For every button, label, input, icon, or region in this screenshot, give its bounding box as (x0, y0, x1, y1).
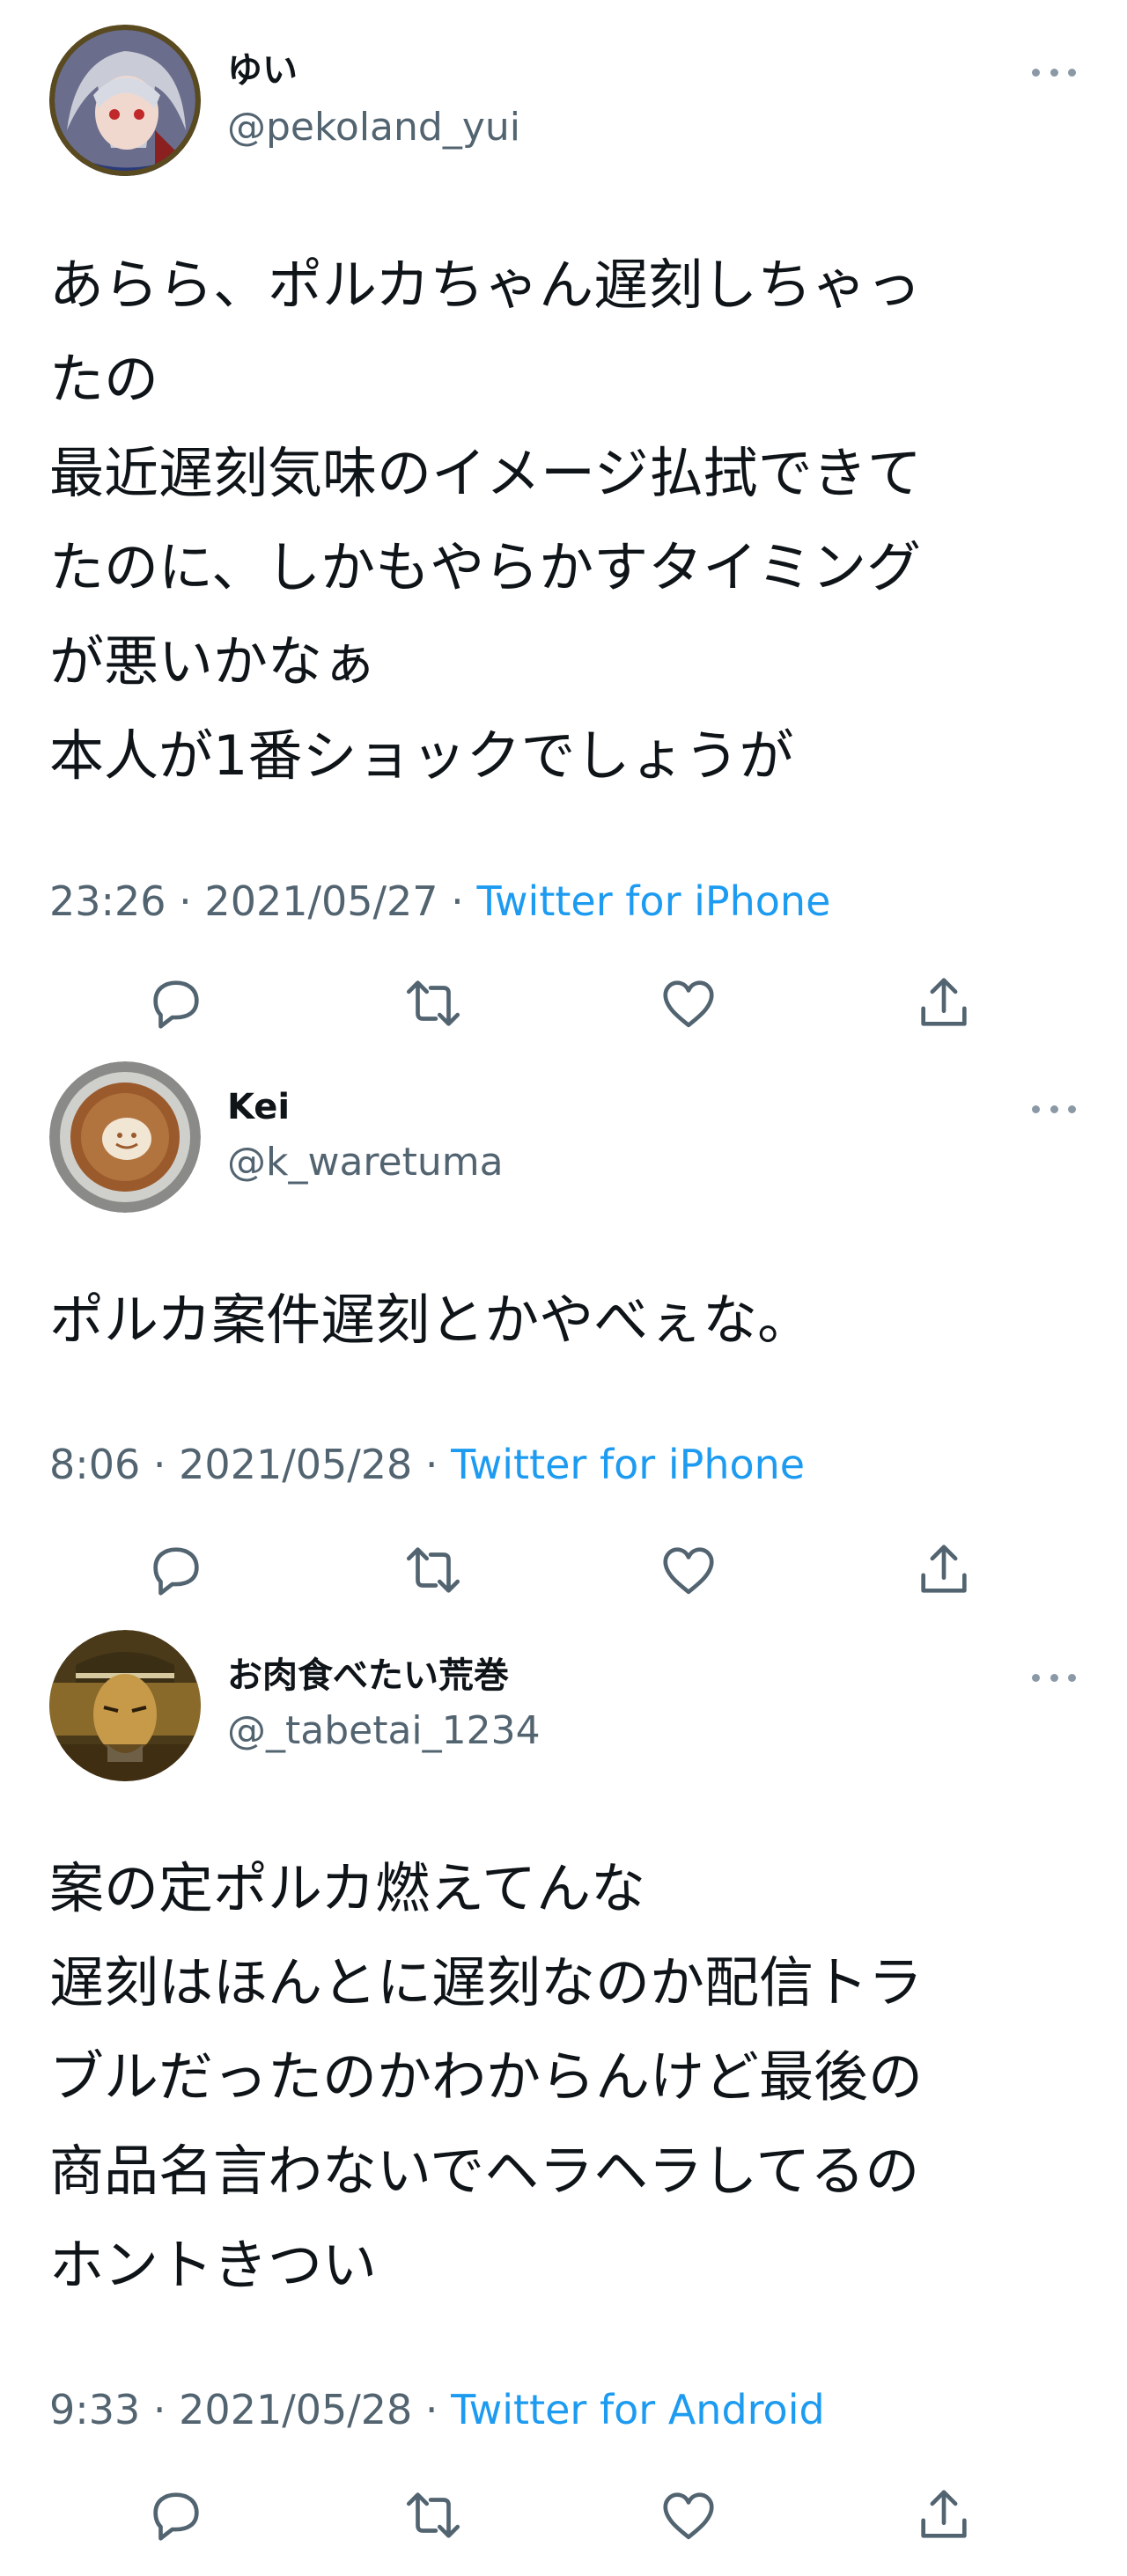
action-bar (0, 968, 1127, 1038)
tweet-text-line: 最近遅刻気味のイメージ払拭できて (49, 441, 922, 505)
retweet-button[interactable] (398, 2480, 468, 2550)
tweet-2[interactable]: Kei @k_waretuma ポルカ案件遅刻とかやべぇな。 8:06 · 20… (0, 1056, 1127, 1625)
tweet-meta: 9:33 · 2021/05/28 · Twitter for Android (49, 2385, 825, 2434)
source-link[interactable]: Twitter for Android (451, 2386, 825, 2433)
tweet-text-line: たのに、しかもやらかすタイミング (49, 535, 922, 599)
retweet-icon (406, 1547, 460, 1593)
reply-icon (153, 980, 199, 1029)
avatar[interactable] (49, 1061, 201, 1213)
action-bar (0, 2480, 1127, 2550)
timestamp: 9:33 · 2021/05/28 · (49, 2386, 452, 2433)
tweet-text: 案の定ポルカ燃えてんな 遅刻はほんとに遅刻なのか配信トラ ブルだったのかわからん… (49, 1841, 1088, 2312)
share-icon (921, 978, 967, 1026)
reply-button[interactable] (141, 968, 211, 1038)
source-link[interactable]: Twitter for iPhone (476, 877, 830, 925)
like-icon (663, 980, 714, 1028)
user-handle[interactable]: @_tabetai_1234 (227, 1707, 541, 1755)
tweet-text: ポルカ案件遅刻とかやべぇな。 (49, 1273, 1088, 1367)
tweet-text-line: たの (49, 347, 159, 411)
tweet-text-line: ホントきつい (49, 2233, 378, 2297)
tweet-3[interactable]: お肉食べたい荒巻 @_tabetai_1234 案の定ポルカ燃えてんな 遅刻はほ… (0, 1625, 1127, 2576)
display-name[interactable]: ゆい (227, 49, 298, 92)
more-icon[interactable] (1032, 1100, 1076, 1118)
display-name[interactable]: Kei (227, 1086, 290, 1128)
timestamp: 8:06 · 2021/05/28 · (49, 1441, 452, 1488)
share-icon (921, 2490, 967, 2538)
more-icon[interactable] (1032, 63, 1076, 81)
action-bar (0, 1535, 1127, 1605)
tweet-meta: 8:06 · 2021/05/28 · Twitter for iPhone (49, 1440, 805, 1489)
timestamp: 23:26 · 2021/05/27 · (49, 877, 477, 925)
user-handle[interactable]: @k_waretuma (227, 1139, 504, 1186)
retweet-button[interactable] (398, 968, 468, 1038)
reply-icon (153, 1547, 199, 1596)
like-button[interactable] (653, 968, 724, 1038)
display-name[interactable]: お肉食べたい荒巻 (227, 1655, 509, 1697)
avatar[interactable] (49, 25, 201, 176)
tweet-text-line: 遅刻はほんとに遅刻なのか配信トラ (49, 1950, 924, 2015)
source-link[interactable]: Twitter for iPhone (451, 1441, 805, 1488)
retweet-button[interactable] (398, 1535, 468, 1605)
tweet-text-line: が悪いかなぁ (49, 629, 378, 694)
share-button[interactable] (909, 968, 979, 1038)
share-button[interactable] (909, 1535, 979, 1605)
more-icon[interactable] (1032, 1669, 1076, 1686)
like-icon (663, 1547, 714, 1595)
reply-button[interactable] (141, 2480, 211, 2550)
like-button[interactable] (653, 1535, 724, 1605)
share-button[interactable] (909, 2480, 979, 2550)
tweet-text-line: あらら、ポルカちゃん遅刻しちゃっ (49, 253, 922, 317)
like-icon (663, 2492, 714, 2540)
reply-icon (153, 2492, 199, 2541)
retweet-icon (406, 980, 460, 1026)
retweet-icon (406, 2492, 460, 2538)
tweet-text-line: 案の定ポルカ燃えてんな (49, 1856, 646, 1920)
tweet-text: あらら、ポルカちゃん遅刻しちゃっ たの 最近遅刻気味のイメージ払拭できて たのに… (49, 238, 1088, 803)
tweet-meta: 23:26 · 2021/05/27 · Twitter for iPhone (49, 877, 830, 926)
user-handle[interactable]: @pekoland_yui (227, 104, 520, 151)
like-button[interactable] (653, 2480, 724, 2550)
tweet-1[interactable]: ゆい @pekoland_yui あらら、ポルカちゃん遅刻しちゃっ たの 最近遅… (0, 0, 1127, 1056)
tweet-text-line: 商品名言わないでヘラヘラしてるの (49, 2139, 920, 2203)
tweet-text-line: ブルだったのかわからんけど最後の (49, 2044, 924, 2109)
tweet-text-line: ポルカ案件遅刻とかやべぇな。 (49, 1288, 813, 1352)
reply-button[interactable] (141, 1535, 211, 1605)
tweet-text-line: 本人が1番ショックでしょうが (49, 723, 794, 788)
avatar[interactable] (49, 1630, 201, 1781)
share-icon (921, 1545, 967, 1593)
